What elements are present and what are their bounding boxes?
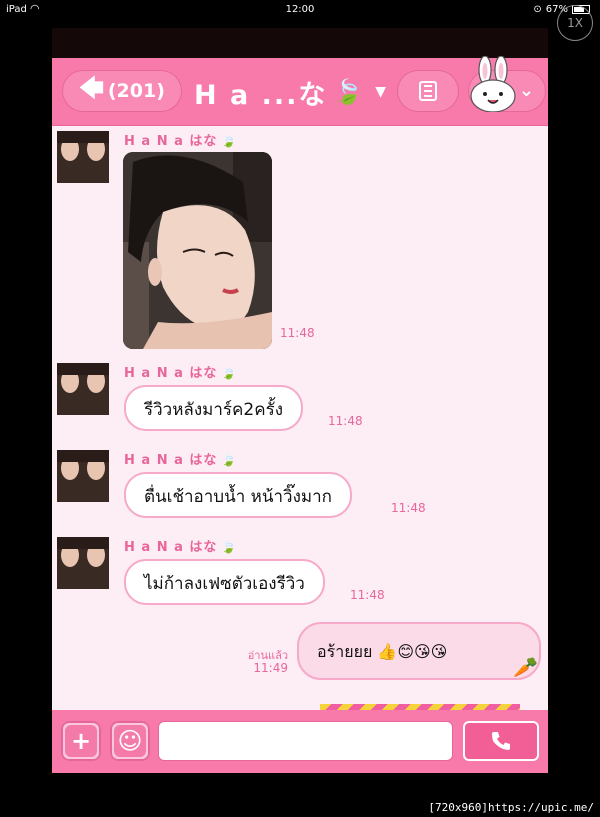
back-arrow-icon: 🡄	[79, 73, 104, 102]
chat-header: 🡄 (201) H a ...な 🍃 ▼ ⌄	[52, 56, 548, 126]
sender-name: H a N a はな 🍃	[124, 453, 238, 468]
leaf-icon: 🍃	[221, 366, 238, 380]
message-time: 11:49	[253, 661, 288, 675]
message-time: 11:48	[280, 326, 315, 340]
leaf-icon: 🍃	[221, 134, 238, 148]
caret-down-icon: ▼	[375, 84, 389, 100]
selfie-image	[123, 152, 272, 349]
input-bar: + ☺	[52, 710, 548, 773]
message-time: 11:48	[391, 501, 426, 515]
message-list[interactable]: H a N a はな 🍃 11:48 H a N a はな 🍃 รีวิวหลังม…	[52, 125, 548, 709]
carrot-icon: 🥕	[513, 655, 538, 679]
message-bubble[interactable]: ไม่ก้าลงเฟซตัวเองรีวิว	[124, 559, 325, 605]
leaf-icon: 🍃	[221, 453, 238, 467]
chat-title: H a ...な	[194, 79, 328, 111]
avatar[interactable]	[57, 537, 109, 589]
message-input[interactable]	[158, 721, 453, 761]
back-button[interactable]: 🡄 (201)	[62, 70, 182, 112]
zoom-toggle-button[interactable]: 1X	[557, 5, 593, 41]
top-band	[52, 28, 548, 58]
avatar[interactable]	[57, 131, 109, 183]
phone-icon	[492, 732, 510, 750]
sender-name: H a N a はな 🍃	[124, 134, 238, 149]
smiley-icon: ☺	[114, 725, 146, 757]
notes-menu-button[interactable]	[397, 70, 459, 112]
unread-count: (201)	[107, 80, 165, 102]
leaf-icon: 🍃	[333, 78, 366, 106]
outgoing-message-bubble[interactable]: อร้ายยย 👍😊😘😘	[297, 622, 541, 680]
chat-title-button[interactable]: H a ...な 🍃 ▼	[194, 72, 388, 112]
plus-icon: +	[65, 725, 97, 757]
avatar[interactable]	[57, 363, 109, 415]
message-time: 11:48	[350, 588, 385, 602]
chevron-down-icon: ⌄	[518, 80, 534, 101]
message-time: 11:48	[328, 414, 363, 428]
emoji-button[interactable]: ☺	[110, 721, 150, 761]
sender-name: H a N a はな 🍃	[124, 366, 238, 381]
line-chat-window: 🡄 (201) H a ...な 🍃 ▼ ⌄ H a N a はな 🍃 11:4…	[52, 28, 548, 773]
sender-name: H a N a はな 🍃	[124, 540, 238, 555]
clock: 12:00	[285, 4, 315, 15]
watermark: [720x960]https://upic.me/	[428, 801, 594, 814]
status-bar: iPad ◠ 12:00 ⊙ 67%	[0, 0, 600, 20]
message-bubble[interactable]: รีวิวหลังมาร์ค2ครั้ง	[124, 385, 304, 431]
add-button[interactable]: +	[61, 721, 101, 761]
leaf-icon: 🍃	[221, 540, 238, 554]
bunny-icon	[470, 56, 516, 112]
sticker-menu-button[interactable]: ⌄	[468, 56, 546, 112]
location-icon: ⊙	[533, 4, 542, 15]
call-button[interactable]	[463, 721, 539, 761]
photo-message[interactable]	[123, 152, 272, 349]
avatar[interactable]	[57, 450, 109, 502]
list-icon	[419, 81, 437, 101]
message-bubble[interactable]: ตื่นเช้าอาบน้ำ หน้าวิ๊งมาก	[124, 472, 352, 518]
